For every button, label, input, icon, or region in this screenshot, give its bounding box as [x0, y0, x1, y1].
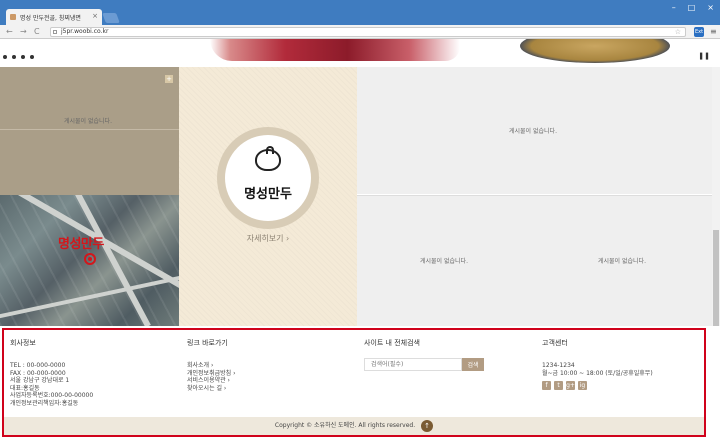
slider-dot[interactable] [21, 55, 25, 59]
facebook-icon[interactable]: f [542, 381, 551, 390]
link-terms[interactable]: 서비스이용약관 › [187, 377, 235, 385]
close-window-button[interactable]: × [707, 3, 714, 12]
url-text: j5pr.woobi.co.kr [61, 28, 109, 35]
link-directions[interactable]: 찾아오시는 길 › [187, 385, 235, 393]
twitter-icon[interactable]: t [554, 381, 563, 390]
page-info-icon[interactable] [53, 30, 57, 34]
window-controls: – □ × [672, 3, 714, 12]
dumpling-icon [255, 146, 281, 171]
pause-icon[interactable]: ❚❚ [698, 52, 710, 60]
cs-heading: 고객센터 [542, 339, 568, 347]
logo-text: 명성만두 [244, 187, 292, 202]
board-panel-top: 게시물이 없습니다. [357, 67, 712, 194]
map-store-label: 명성만두 [58, 237, 104, 252]
social-links: f t g+ ig [542, 381, 653, 390]
back-button[interactable]: ← [6, 27, 13, 36]
company-line: 서울 강남구 강남대로 1 [10, 377, 70, 384]
company-info: 회사정보 TEL : 00-000-0000 FAX : 00-000-0000… [10, 338, 93, 407]
browser-menu-icon[interactable]: ≡ [710, 27, 717, 36]
maximize-button[interactable]: □ [688, 3, 696, 12]
slider-dot[interactable] [12, 55, 16, 59]
tab-title: 명성 만두전골, 칭찌냉면 [20, 15, 81, 22]
copyright-bar: Copyright © 소유하신 도메인. All rights reserve… [4, 417, 704, 435]
address-input[interactable]: j5pr.woobi.co.kr ☆ [50, 27, 686, 37]
links-heading: 링크 바로가기 [187, 339, 228, 347]
scrollbar-thumb[interactable] [713, 230, 719, 326]
cs-phone: 1234-1234 [542, 362, 575, 369]
bookmark-star-icon[interactable]: ☆ [675, 28, 681, 36]
instagram-icon[interactable]: ig [578, 381, 587, 390]
search-form: 검색 [364, 358, 484, 371]
soup-image [520, 39, 670, 63]
google-plus-icon[interactable]: g+ [566, 381, 575, 390]
link-privacy[interactable]: 개인정보취급방침 › [187, 370, 235, 378]
favicon-icon [10, 14, 16, 20]
board-panel-left: 게시물이 없습니다. [357, 195, 535, 326]
more-plus-button[interactable]: + [165, 75, 173, 83]
hero-slider: ❚❚ [0, 39, 720, 67]
brand-panel: 명성만두 자세히보기 › [179, 67, 357, 326]
scroll-top-button[interactable]: ↑ [421, 419, 434, 432]
quick-links: 링크 바로가기 회사소개 › 개인정보취급방침 › 서비스이용약관 › 찾아오시… [187, 338, 235, 392]
empty-message: 게시물이 없습니다. [420, 258, 468, 265]
company-line: FAX : 00-000-0000 [10, 369, 66, 377]
company-line: 대표:홍길동 [10, 384, 40, 392]
company-line: 사업자등록번호:000-00-00000 [10, 392, 94, 399]
divider [0, 129, 179, 130]
search-input[interactable] [364, 358, 462, 371]
company-line: TEL : 00-000-0000 [10, 362, 66, 369]
slider-pagination [3, 55, 34, 59]
reload-button[interactable]: C [34, 27, 40, 36]
company-heading: 회사정보 [10, 339, 36, 347]
cs-hours: 월~금 10:00 ~ 18:00 (토/일/공휴일휴무) [542, 369, 653, 377]
map-road [0, 274, 179, 320]
forward-button[interactable]: → [20, 27, 27, 36]
tab-bar: 명성 만두전골, 칭찌냉면 × – □ × [0, 0, 720, 25]
extension-icon[interactable]: Ext [694, 27, 704, 37]
customer-center: 고객센터 1234-1234 월~금 10:00 ~ 18:00 (토/일/공휴… [542, 338, 653, 390]
company-line: 개인정보관리책임자:홍길동 [10, 399, 79, 407]
minimize-button[interactable]: – [672, 3, 676, 12]
copyright-text: Copyright © 소유하신 도메인. All rights reserve… [274, 422, 416, 429]
slider-dot[interactable] [3, 55, 7, 59]
detail-link[interactable]: 자세히보기 › [179, 233, 357, 244]
meat-image [210, 39, 460, 61]
empty-message: 게시물이 없습니다. [598, 258, 646, 265]
empty-message: 게시물이 없습니다. [64, 118, 112, 125]
browser-tab[interactable]: 명성 만두전골, 칭찌냉면 × [6, 9, 102, 25]
search-heading: 사이트 내 전체검색 [364, 339, 420, 347]
map-pin-icon [84, 253, 96, 265]
search-button[interactable]: 검색 [462, 358, 484, 371]
logo-badge: 명성만두 [217, 127, 319, 229]
logo-circle: 명성만두 [225, 135, 311, 221]
url-bar: ← → C j5pr.woobi.co.kr ☆ [0, 25, 720, 39]
slider-dot[interactable] [30, 55, 34, 59]
site-footer: 회사정보 TEL : 00-000-0000 FAX : 00-000-0000… [2, 328, 706, 437]
board-panel-right: 게시물이 없습니다. [535, 195, 712, 326]
tab-close-icon[interactable]: × [92, 12, 98, 20]
site-search: 사이트 내 전체검색 검색 [364, 338, 484, 371]
link-company[interactable]: 회사소개 › [187, 362, 235, 370]
new-tab-button[interactable] [102, 13, 120, 23]
notice-panel: + 게시물이 없습니다. [0, 67, 179, 195]
empty-message: 게시물이 없습니다. [509, 128, 557, 135]
location-map[interactable]: 명성만두 [0, 195, 179, 326]
